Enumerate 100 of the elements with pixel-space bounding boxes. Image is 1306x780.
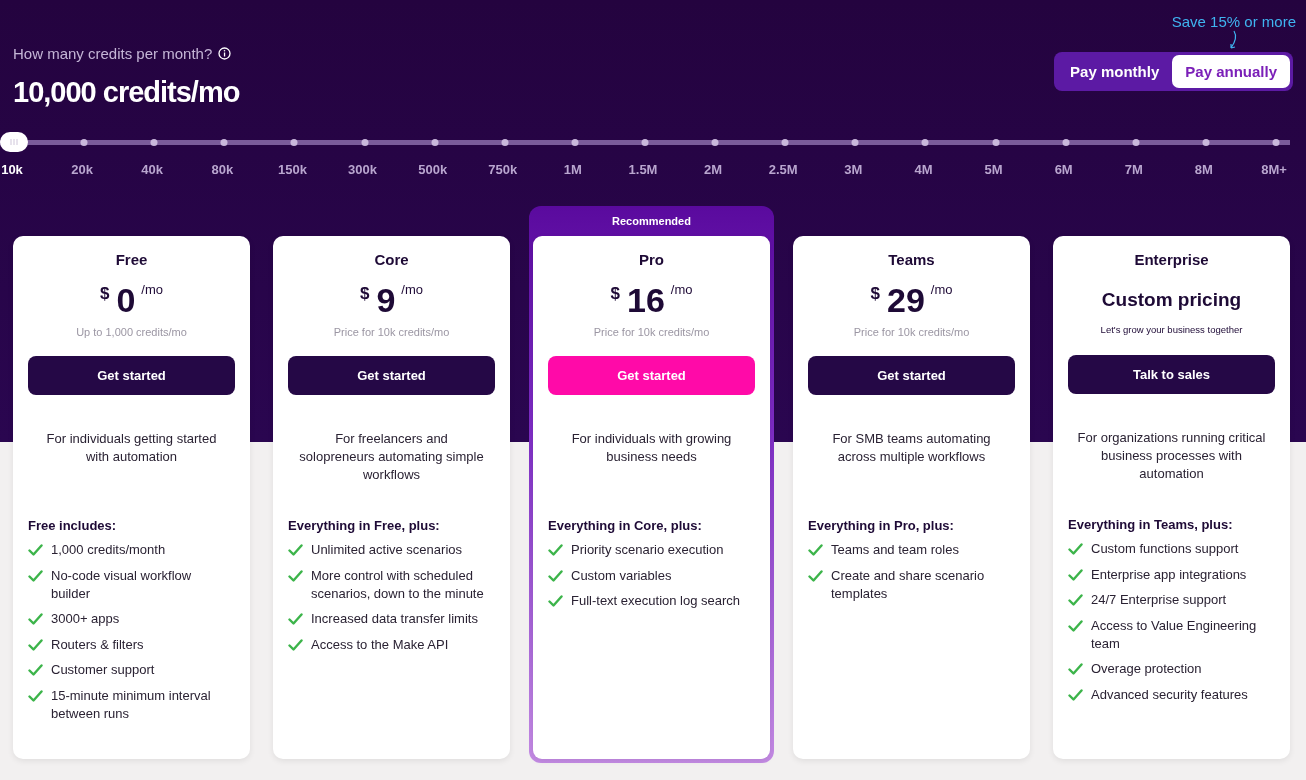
cta-button[interactable]: Get started bbox=[288, 356, 495, 395]
tick-label: 3M bbox=[844, 162, 863, 177]
price-note: Price for 10k credits/mo bbox=[592, 326, 711, 338]
price-period: /mo bbox=[141, 282, 164, 297]
price-note: Let's grow your business together bbox=[1099, 324, 1244, 335]
check-icon bbox=[1068, 594, 1083, 606]
slider-dot bbox=[150, 139, 158, 146]
plan-name: Pro bbox=[638, 251, 665, 268]
tick-label: 80k bbox=[211, 162, 234, 177]
price-note: Price for 10k credits/mo bbox=[332, 326, 451, 338]
feature-text: Access to the Make API bbox=[311, 635, 449, 654]
feature-text: Create and share scenario templates bbox=[831, 566, 986, 603]
check-icon bbox=[808, 569, 823, 582]
billing-option[interactable]: Pay annually bbox=[1172, 55, 1290, 88]
feature-text: Custom functions support bbox=[1091, 540, 1239, 558]
tick-label: 300k bbox=[348, 162, 377, 177]
currency-symbol: $ bbox=[870, 284, 880, 304]
check-icon bbox=[1068, 619, 1083, 632]
feature-text: Full-text execution log search bbox=[571, 592, 741, 610]
check-icon bbox=[288, 569, 303, 582]
cta-button[interactable]: Get started bbox=[808, 356, 1015, 395]
feature-text: Advanced security features bbox=[1091, 685, 1248, 704]
currency-symbol: $ bbox=[610, 284, 620, 304]
cta-button[interactable]: Get started bbox=[548, 356, 755, 395]
check-icon bbox=[808, 544, 823, 556]
slider-dot bbox=[220, 139, 228, 146]
plan-description: For freelancers and solopreneurs automating simple workflows bbox=[298, 430, 485, 484]
check-icon bbox=[548, 569, 563, 582]
plan-description: For individuals getting started with automation bbox=[45, 430, 218, 466]
tick-label: 8M bbox=[1194, 162, 1213, 177]
feature-text: 3000+ apps bbox=[51, 610, 120, 628]
feature-text: 24/7 Enterprise support bbox=[1091, 591, 1227, 609]
currency-symbol: $ bbox=[99, 284, 110, 304]
tick-label: 20k bbox=[71, 162, 93, 177]
save-note: Save 15% or more bbox=[1171, 13, 1296, 30]
custom-price: Custom pricing bbox=[1100, 288, 1243, 312]
price-amount: 29 bbox=[887, 280, 925, 320]
slider-dot bbox=[992, 139, 1000, 146]
features-heading: Everything in Pro, plus: bbox=[808, 518, 955, 533]
price-amount: 0 bbox=[116, 280, 136, 320]
currency-symbol: $ bbox=[359, 284, 370, 304]
slider-dot bbox=[641, 139, 649, 146]
tick-label: 7M bbox=[1124, 162, 1143, 177]
check-icon bbox=[548, 544, 563, 556]
slider-dot bbox=[711, 139, 719, 146]
tick-label: 40k bbox=[141, 162, 164, 177]
slider-dot bbox=[290, 139, 298, 146]
slider-dot bbox=[1202, 139, 1210, 146]
tick-label: 750k bbox=[488, 162, 518, 177]
feature-text: Access to Value Engineering team bbox=[1091, 616, 1258, 653]
billing-option[interactable]: Pay monthly bbox=[1057, 55, 1173, 88]
feature-text: Overage protection bbox=[1091, 660, 1202, 678]
check-icon bbox=[28, 638, 43, 651]
feature-text: 15-minute minimum interval between runs bbox=[51, 686, 212, 723]
price-note: Up to 1,000 credits/mo bbox=[75, 326, 188, 338]
plan-name: Core bbox=[373, 251, 410, 268]
slider-dot bbox=[921, 139, 929, 146]
slider-thumb[interactable] bbox=[0, 132, 28, 152]
tick-label: 10k bbox=[1, 162, 23, 177]
plan-name: Free bbox=[114, 251, 149, 268]
plan-name: Enterprise bbox=[1133, 251, 1210, 268]
plan-name: Teams bbox=[887, 251, 936, 268]
check-icon bbox=[288, 613, 303, 625]
tick-label: 4M bbox=[914, 162, 933, 177]
price-period: /mo bbox=[930, 282, 953, 297]
price-period: /mo bbox=[670, 282, 693, 297]
feature-text: Enterprise app integrations bbox=[1091, 565, 1247, 584]
feature-text: Customer support bbox=[51, 661, 155, 679]
price-period: /mo bbox=[401, 282, 424, 297]
feature-text: Teams and team roles bbox=[831, 541, 959, 559]
check-icon bbox=[1068, 543, 1083, 555]
tick-label: 8M+ bbox=[1261, 162, 1287, 177]
feature-text: Priority scenario execution bbox=[571, 541, 724, 559]
plan-description: For organizations running critical business processes with automation bbox=[1076, 429, 1267, 483]
tick-label: 1.5M bbox=[628, 162, 658, 177]
feature-text: 1,000 credits/month bbox=[51, 541, 166, 559]
cta-button[interactable]: Talk to sales bbox=[1068, 355, 1275, 394]
check-icon bbox=[28, 664, 43, 676]
slider-dot bbox=[781, 139, 789, 146]
check-icon bbox=[1068, 663, 1083, 675]
feature-text: Routers & filters bbox=[51, 635, 144, 654]
check-icon bbox=[548, 595, 563, 607]
tick-label: 1M bbox=[563, 162, 582, 177]
tick-label: 500k bbox=[418, 162, 448, 177]
credits-amount: 10,000 credits/mo bbox=[13, 76, 240, 109]
question-text: How many credits per month? bbox=[13, 45, 213, 62]
check-icon bbox=[288, 638, 303, 651]
feature-text: No-code visual workflow builder bbox=[51, 566, 193, 603]
features-heading: Free includes: bbox=[28, 518, 118, 533]
slider-dot bbox=[851, 139, 859, 146]
check-icon bbox=[28, 544, 43, 556]
price-amount: 16 bbox=[627, 280, 665, 320]
cta-button[interactable]: Get started bbox=[28, 356, 235, 395]
features-heading: Everything in Free, plus: bbox=[288, 518, 441, 533]
recommended-label: Recommended bbox=[612, 215, 691, 227]
feature-text: Custom variables bbox=[571, 566, 672, 585]
check-icon bbox=[1068, 568, 1083, 581]
tick-label: 6M bbox=[1054, 162, 1073, 177]
feature-text: More control with scheduled scenarios, down to the minute bbox=[311, 566, 485, 603]
info-icon[interactable] bbox=[218, 47, 232, 60]
